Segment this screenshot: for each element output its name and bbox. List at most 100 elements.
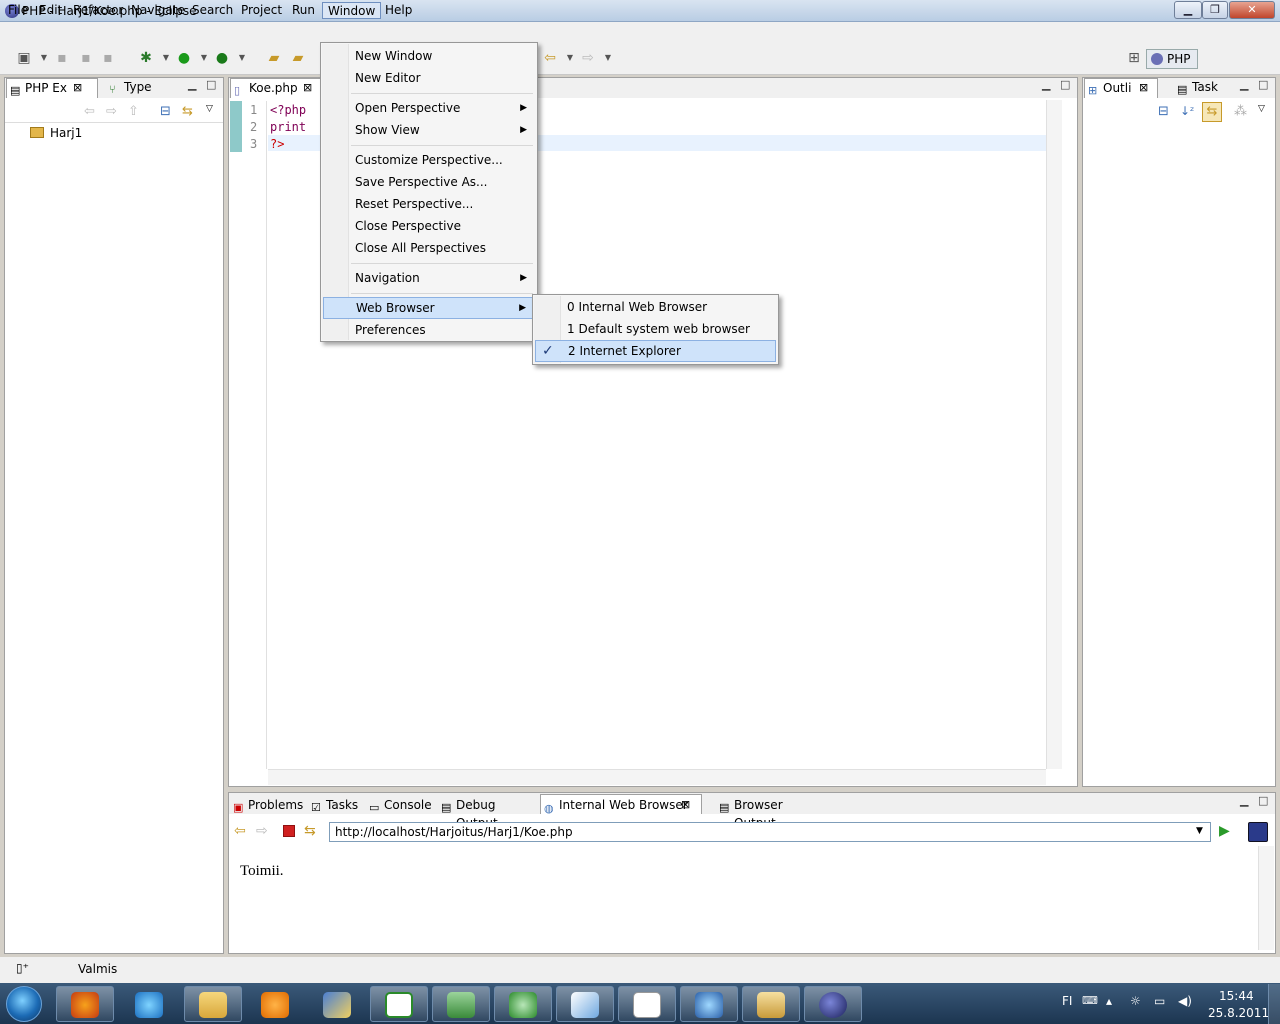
- close-outline-icon[interactable]: ⊠: [1139, 79, 1148, 97]
- menu-help[interactable]: Help: [380, 2, 417, 19]
- submenu-item-internet-explorer[interactable]: ✓ 2 Internet Explorer: [535, 340, 776, 362]
- save-icon[interactable]: ▪: [54, 50, 70, 66]
- menu-item-open-perspective[interactable]: Open Perspective ▶: [323, 97, 535, 119]
- clock-date[interactable]: 25.8.2011: [1208, 1006, 1269, 1020]
- volume-icon[interactable]: ◀): [1178, 994, 1192, 1008]
- new-icon[interactable]: ▣: [16, 50, 32, 66]
- up-nav-icon[interactable]: ⇧: [128, 104, 139, 119]
- save-all-icon[interactable]: ▪: [78, 50, 94, 66]
- menu-window[interactable]: Window: [322, 2, 382, 19]
- browser-go-icon[interactable]: ▶: [1219, 823, 1230, 839]
- tab-tasks[interactable]: ☑ Tasks: [308, 796, 362, 814]
- browser-refresh-icon[interactable]: ⇆: [304, 823, 316, 839]
- back-dropdown-icon[interactable]: ▼: [562, 50, 578, 66]
- tab-internal-web-browser[interactable]: ◍ Internal Web Browser ⊠: [540, 794, 702, 815]
- forward-icon[interactable]: ⇨: [580, 50, 596, 66]
- menu-item-navigation[interactable]: Navigation ▶: [323, 267, 535, 289]
- maximize-view-icon[interactable]: □: [206, 78, 216, 91]
- open-folder-icon[interactable]: ▰: [266, 50, 282, 66]
- menu-refactor[interactable]: Refactor: [68, 2, 128, 19]
- menu-item-save-perspective-as[interactable]: Save Perspective As...: [323, 171, 535, 193]
- tab-console[interactable]: ▭ Console: [366, 796, 432, 814]
- collapse-outline-icon[interactable]: ⊟: [1158, 104, 1169, 119]
- menu-item-preferences[interactable]: Preferences: [323, 319, 535, 341]
- tree-item-harj1[interactable]: Harj1: [50, 126, 82, 140]
- close-browser-tab-icon[interactable]: ⊠: [681, 795, 690, 815]
- debug-icon[interactable]: ✱: [138, 50, 154, 66]
- tab-problems[interactable]: ▣ Problems: [230, 796, 304, 814]
- menu-item-new-editor[interactable]: New Editor: [323, 67, 535, 89]
- taskbar-network[interactable]: [742, 986, 800, 1022]
- menu-edit[interactable]: Edit: [34, 2, 67, 19]
- filter-icon[interactable]: ⁂: [1234, 104, 1247, 119]
- close-button[interactable]: ✕: [1229, 1, 1275, 19]
- start-button[interactable]: [0, 984, 52, 1024]
- menu-search[interactable]: Search: [187, 2, 238, 19]
- forward-dropdown-icon[interactable]: ▼: [600, 50, 616, 66]
- tab-debug-output[interactable]: ▤ Debug Output: [438, 796, 536, 830]
- code-line[interactable]: <?php: [270, 103, 306, 117]
- taskbar-eclipse[interactable]: [804, 986, 862, 1022]
- outline-view-menu-icon[interactable]: ▽: [1258, 104, 1265, 114]
- taskbar-explorer[interactable]: [184, 986, 242, 1022]
- network-tray-icon[interactable]: ▭: [1154, 994, 1165, 1008]
- tab-tasks-right[interactable]: ▤ Task: [1174, 78, 1224, 98]
- taskbar-pencil-app[interactable]: [308, 986, 366, 1022]
- code-line[interactable]: print: [270, 120, 306, 134]
- browser-back-icon[interactable]: ⇦: [234, 823, 246, 839]
- code-line[interactable]: ?>: [270, 137, 284, 151]
- bottom-maximize-icon[interactable]: □: [1258, 794, 1268, 807]
- clock-time[interactable]: 15:44: [1219, 989, 1254, 1003]
- tab-outline[interactable]: ⊞ Outli ⊠: [1084, 78, 1158, 98]
- taskbar-clipboard[interactable]: [432, 986, 490, 1022]
- editor-maximize-icon[interactable]: □: [1060, 78, 1070, 91]
- menu-item-customize-perspective[interactable]: Customize Perspective...: [323, 149, 535, 171]
- back-icon[interactable]: ⇦: [542, 50, 558, 66]
- debug-dropdown-icon[interactable]: ▼: [158, 50, 174, 66]
- submenu-item-internal-web-browser[interactable]: 0 Internal Web Browser: [535, 296, 776, 318]
- run-dropdown-icon[interactable]: ▼: [196, 50, 212, 66]
- language-indicator[interactable]: FI: [1062, 994, 1072, 1008]
- fast-view-icon[interactable]: ▯⁺: [16, 961, 29, 975]
- editor-minimize-icon[interactable]: ▁: [1042, 78, 1050, 91]
- browser-vertical-scrollbar[interactable]: [1258, 846, 1274, 950]
- close-tab-icon[interactable]: ⊠: [73, 79, 82, 97]
- taskbar-ie-refresh[interactable]: [680, 986, 738, 1022]
- browser-url-input[interactable]: http://localhost/Harjoitus/Harj1/Koe.php: [329, 822, 1211, 842]
- menu-item-close-all-perspectives[interactable]: Close All Perspectives: [323, 237, 535, 259]
- taskbar-green-arrow[interactable]: [494, 986, 552, 1022]
- sort-icon[interactable]: ↓ᶻ: [1180, 104, 1194, 118]
- editor-vertical-scrollbar[interactable]: [1046, 100, 1062, 769]
- external-tools-icon[interactable]: ●: [214, 50, 230, 66]
- print-icon[interactable]: ▪: [100, 50, 116, 66]
- taskbar-odf[interactable]: [618, 986, 676, 1022]
- taskbar-notepad[interactable]: [556, 986, 614, 1022]
- menu-project[interactable]: Project: [236, 2, 287, 19]
- outline-maximize-icon[interactable]: □: [1258, 78, 1268, 91]
- tray-app-icon[interactable]: ☼: [1130, 994, 1141, 1008]
- menu-navigate[interactable]: Navigate: [126, 2, 190, 19]
- menu-item-close-perspective[interactable]: Close Perspective: [323, 215, 535, 237]
- submenu-item-default-system-browser[interactable]: 1 Default system web browser: [535, 318, 776, 340]
- run-icon[interactable]: ●: [176, 50, 192, 66]
- forward-nav-icon[interactable]: ⇨: [106, 104, 117, 119]
- tab-type-hierarchy[interactable]: ⑂ Type: [106, 78, 176, 98]
- open-perspective-icon[interactable]: ⊞: [1126, 50, 1142, 66]
- link-outline-icon[interactable]: ⇆: [1202, 102, 1222, 122]
- menu-item-reset-perspective[interactable]: Reset Perspective...: [323, 193, 535, 215]
- open-project-icon[interactable]: ▰: [290, 50, 306, 66]
- maximize-button[interactable]: ❐: [1202, 1, 1228, 19]
- bottom-minimize-icon[interactable]: ▁: [1240, 794, 1248, 807]
- tab-php-explorer[interactable]: ▤ PHP Ex ⊠: [6, 78, 98, 98]
- minimize-button[interactable]: ▁: [1174, 1, 1202, 19]
- show-desktop-button[interactable]: [1268, 984, 1280, 1024]
- menu-item-new-window[interactable]: New Window: [323, 45, 535, 67]
- back-nav-icon[interactable]: ⇦: [84, 104, 95, 119]
- menu-item-show-view[interactable]: Show View ▶: [323, 119, 535, 141]
- close-editor-icon[interactable]: ⊠: [303, 79, 312, 97]
- view-menu-icon[interactable]: ▽: [206, 104, 213, 114]
- browser-forward-icon[interactable]: ⇨: [256, 823, 268, 839]
- outline-minimize-icon[interactable]: ▁: [1240, 78, 1248, 91]
- new-dropdown-icon[interactable]: ▼: [36, 50, 52, 66]
- editor-horizontal-scrollbar[interactable]: [268, 769, 1046, 785]
